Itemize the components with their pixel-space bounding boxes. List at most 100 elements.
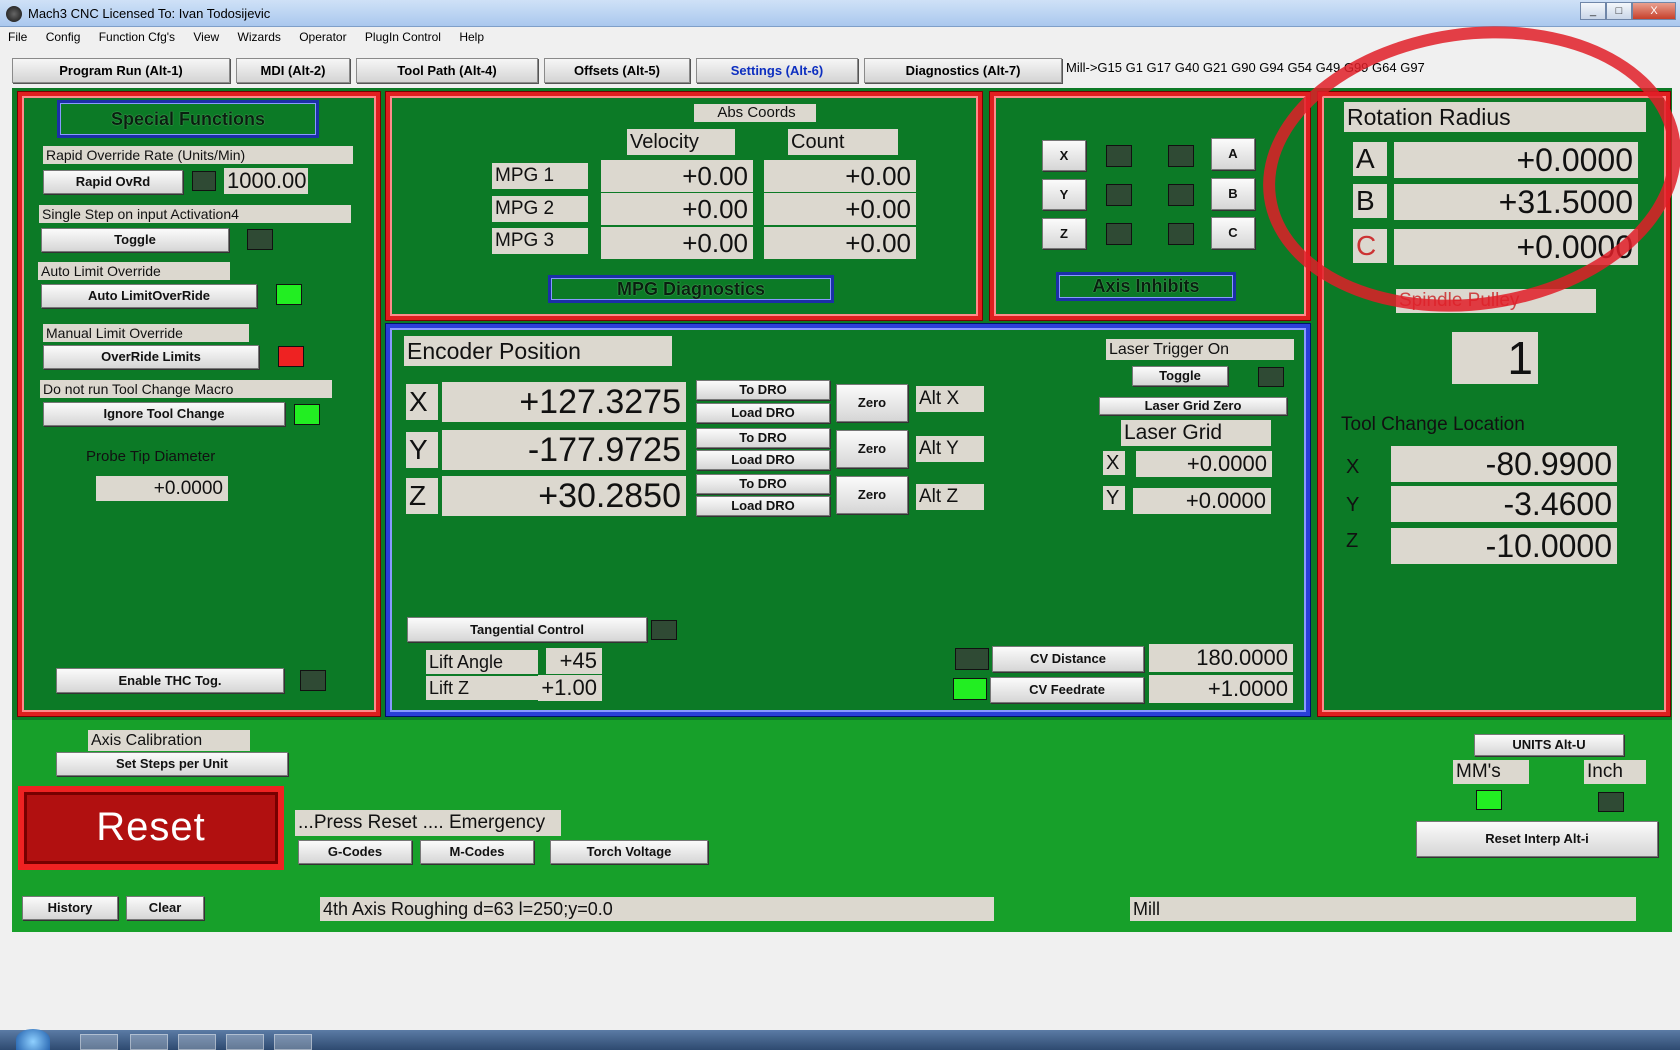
tab-settings[interactable]: Settings (Alt-6) bbox=[696, 58, 858, 83]
cv-feedrate-button[interactable]: CV Feedrate bbox=[990, 677, 1144, 703]
inhibit-a-button[interactable]: A bbox=[1211, 138, 1255, 170]
tab-offsets[interactable]: Offsets (Alt-5) bbox=[544, 58, 690, 83]
tool-change-z-label: Z bbox=[1346, 530, 1359, 552]
laser-grid-x-label: X bbox=[1103, 451, 1125, 475]
tangential-control-button[interactable]: Tangential Control bbox=[407, 617, 647, 642]
mm-led bbox=[1476, 790, 1502, 810]
laser-grid-zero-button[interactable]: Laser Grid Zero bbox=[1099, 397, 1287, 415]
media-icon[interactable] bbox=[178, 1034, 216, 1050]
reset-interp-button[interactable]: Reset Interp Alt-i bbox=[1416, 821, 1658, 857]
app-icon-taskbar[interactable] bbox=[226, 1034, 264, 1050]
lift-z-value[interactable]: +1.00 bbox=[538, 675, 602, 701]
y-to-dro-button[interactable]: To DRO bbox=[696, 428, 830, 448]
units-toggle-button[interactable]: UNITS Alt-U bbox=[1474, 734, 1624, 756]
z-zero-button[interactable]: Zero bbox=[836, 476, 908, 514]
rapid-ovrd-button[interactable]: Rapid OvRd bbox=[43, 170, 183, 194]
encoder-y-label: Y bbox=[406, 432, 438, 468]
cv-feedrate-value[interactable]: +1.0000 bbox=[1149, 675, 1293, 703]
mpg1-label: MPG 1 bbox=[492, 163, 588, 189]
single-step-led bbox=[247, 229, 273, 250]
title-bar: Mach3 CNC Licensed To: Ivan Todosijevic bbox=[0, 0, 1680, 27]
inch-label: Inch bbox=[1584, 760, 1646, 784]
x-load-dro-button[interactable]: Load DRO bbox=[696, 403, 830, 423]
tab-mdi[interactable]: MDI (Alt-2) bbox=[236, 58, 350, 83]
cv-distance-led bbox=[955, 648, 989, 670]
inhibit-b-led bbox=[1168, 184, 1194, 206]
laser-toggle-button[interactable]: Toggle bbox=[1132, 366, 1228, 386]
abs-coords-label: Abs Coords bbox=[694, 104, 816, 122]
encoder-x-value[interactable]: +127.3275 bbox=[442, 382, 686, 422]
menu-view[interactable]: View bbox=[193, 30, 219, 44]
x-zero-button[interactable]: Zero bbox=[836, 384, 908, 422]
menu-config[interactable]: Config bbox=[46, 30, 81, 44]
auto-limit-led bbox=[276, 284, 302, 305]
cv-distance-button[interactable]: CV Distance bbox=[992, 646, 1144, 672]
lift-angle-value[interactable]: +45 bbox=[546, 648, 602, 674]
inhibit-c-button[interactable]: C bbox=[1211, 217, 1255, 249]
rapid-override-value[interactable]: 1000.00 bbox=[224, 168, 308, 194]
maximize-button[interactable]: □ bbox=[1606, 2, 1632, 20]
close-button[interactable]: X bbox=[1632, 2, 1676, 20]
auto-limit-override-button[interactable]: Auto LimitOverRide bbox=[41, 284, 257, 308]
mcodes-button[interactable]: M-Codes bbox=[420, 840, 534, 864]
menu-function-cfgs[interactable]: Function Cfg's bbox=[99, 30, 175, 44]
explorer-icon[interactable] bbox=[80, 1034, 118, 1050]
inhibit-z-button[interactable]: Z bbox=[1042, 218, 1086, 249]
menu-plugin-control[interactable]: PlugIn Control bbox=[365, 30, 441, 44]
inch-led bbox=[1598, 792, 1624, 812]
menu-help[interactable]: Help bbox=[459, 30, 484, 44]
tab-program-run[interactable]: Program Run (Alt-1) bbox=[12, 58, 230, 83]
mpg3-velocity: +0.00 bbox=[601, 227, 753, 259]
rapid-override-label: Rapid Override Rate (Units/Min) bbox=[43, 146, 353, 164]
mach3-taskbar-icon[interactable] bbox=[274, 1034, 312, 1050]
minimize-button[interactable]: _ bbox=[1580, 2, 1606, 20]
tab-tool-path[interactable]: Tool Path (Alt-4) bbox=[356, 58, 538, 83]
start-orb-icon[interactable] bbox=[16, 1029, 50, 1050]
browser-icon[interactable] bbox=[130, 1034, 168, 1050]
ignore-tool-change-led bbox=[294, 404, 320, 425]
tool-change-location-label: Tool Change Location bbox=[1341, 414, 1525, 435]
rapid-ovrd-led bbox=[192, 171, 216, 191]
laser-grid-x-value[interactable]: +0.0000 bbox=[1136, 451, 1272, 477]
override-limits-led bbox=[278, 346, 304, 367]
menu-wizards[interactable]: Wizards bbox=[238, 30, 281, 44]
inhibit-y-button[interactable]: Y bbox=[1042, 179, 1086, 210]
x-to-dro-button[interactable]: To DRO bbox=[696, 380, 830, 400]
menu-operator[interactable]: Operator bbox=[299, 30, 346, 44]
history-button[interactable]: History bbox=[22, 896, 118, 920]
enable-thc-toggle-button[interactable]: Enable THC Tog. bbox=[56, 668, 284, 693]
special-functions-title: Special Functions bbox=[57, 100, 319, 138]
z-load-dro-button[interactable]: Load DRO bbox=[696, 496, 830, 516]
tool-change-z-value[interactable]: -10.0000 bbox=[1391, 528, 1617, 564]
override-limits-button[interactable]: OverRide Limits bbox=[43, 345, 259, 369]
z-to-dro-button[interactable]: To DRO bbox=[696, 474, 830, 494]
set-steps-per-unit-button[interactable]: Set Steps per Unit bbox=[56, 752, 288, 776]
inhibit-b-button[interactable]: B bbox=[1211, 178, 1255, 210]
y-zero-button[interactable]: Zero bbox=[836, 430, 908, 468]
y-load-dro-button[interactable]: Load DRO bbox=[696, 450, 830, 470]
inhibit-x-button[interactable]: X bbox=[1042, 140, 1086, 171]
lift-angle-label: Lift Angle bbox=[426, 650, 538, 674]
tool-change-x-value[interactable]: -80.9900 bbox=[1391, 446, 1617, 482]
cv-distance-value[interactable]: 180.0000 bbox=[1149, 644, 1293, 672]
mpg2-count: +0.00 bbox=[764, 193, 916, 225]
encoder-z-value[interactable]: +30.2850 bbox=[442, 476, 686, 516]
mach3-window: Mach3 CNC Licensed To: Ivan Todosijevic … bbox=[0, 0, 1680, 1050]
mm-label: MM's bbox=[1453, 760, 1529, 784]
mpg1-velocity: +0.00 bbox=[601, 160, 753, 192]
menu-file[interactable]: File bbox=[8, 30, 27, 44]
probe-tip-diameter-value[interactable]: +0.0000 bbox=[96, 476, 228, 501]
auto-limit-label: Auto Limit Override bbox=[38, 262, 230, 280]
torch-voltage-button[interactable]: Torch Voltage bbox=[550, 840, 708, 864]
tool-change-y-value[interactable]: -3.4600 bbox=[1391, 486, 1617, 522]
ignore-tool-change-button[interactable]: Ignore Tool Change bbox=[43, 402, 285, 426]
laser-grid-y-value[interactable]: +0.0000 bbox=[1133, 488, 1271, 514]
encoder-y-value[interactable]: -177.9725 bbox=[442, 430, 686, 470]
single-step-toggle-button[interactable]: Toggle bbox=[41, 228, 229, 252]
clear-button[interactable]: Clear bbox=[126, 896, 204, 920]
reset-button[interactable]: Reset bbox=[18, 786, 284, 870]
axis-inhibits-title: Axis Inhibits bbox=[1056, 272, 1236, 301]
gcodes-button[interactable]: G-Codes bbox=[298, 840, 412, 864]
tab-diagnostics[interactable]: Diagnostics (Alt-7) bbox=[864, 58, 1062, 83]
spindle-pulley-value[interactable]: 1 bbox=[1452, 332, 1538, 384]
